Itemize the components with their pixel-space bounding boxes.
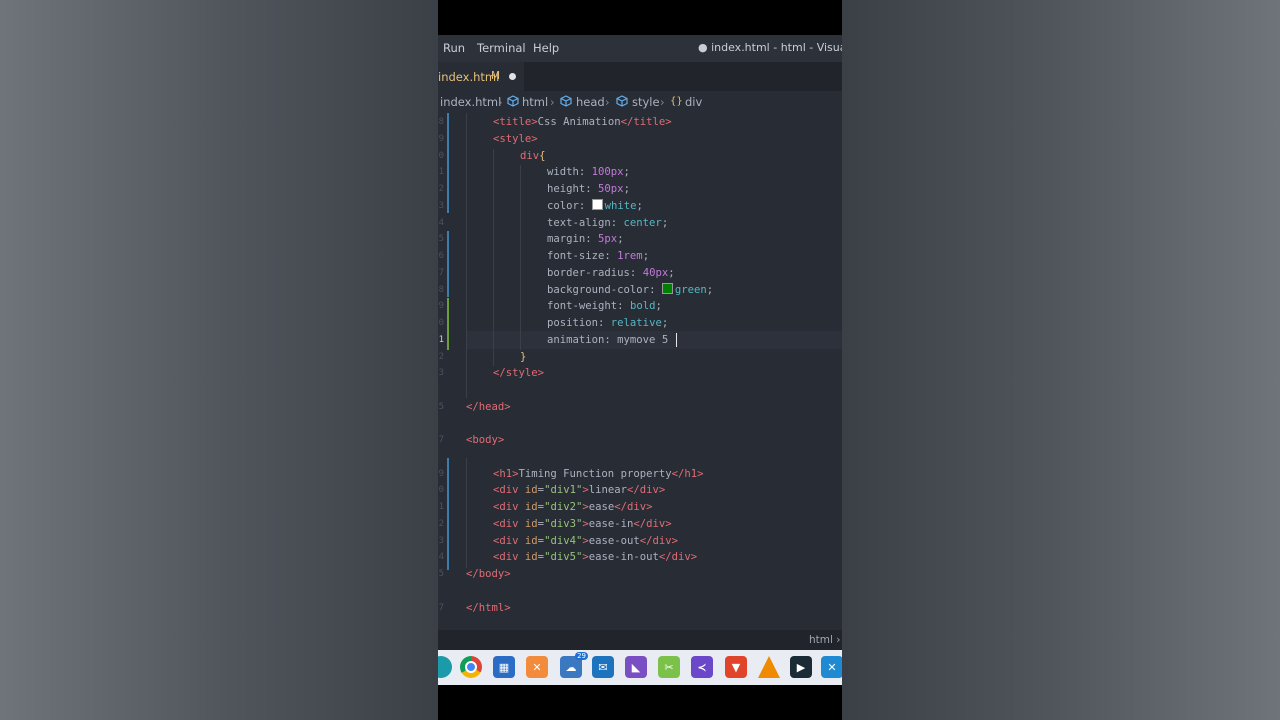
code-line: 5 </body> — [438, 568, 511, 580]
code-line: 3 </style> — [438, 367, 545, 379]
color-swatch-white[interactable] — [591, 199, 603, 210]
code-line: 9 <style> — [438, 133, 538, 145]
code-line: 1 width: 100px; — [438, 166, 630, 178]
menu-help[interactable]: Help — [533, 41, 559, 55]
code-line: 8 <title>Css Animation</title> — [438, 116, 672, 128]
visual-studio-icon[interactable]: ◣ — [625, 656, 647, 678]
code-line: 7 <body> — [438, 434, 505, 446]
brave-icon[interactable]: ▼ — [725, 656, 747, 678]
vscode-icon[interactable]: ✕ — [821, 656, 842, 678]
breadcrumb: index.html › html › head › style › {} di… — [438, 91, 842, 113]
vscode-window: Run Terminal Help ● index.html - html - … — [438, 0, 842, 720]
chrome-icon[interactable] — [460, 656, 482, 678]
breadcrumb-item-html[interactable]: html — [522, 95, 548, 109]
code-line: 5 margin: 5px; — [438, 233, 624, 245]
text-cursor — [676, 333, 677, 347]
breadcrumb-item-file[interactable]: index.html — [440, 95, 501, 109]
vlc-icon[interactable] — [758, 656, 780, 678]
vs-code-blue-icon[interactable]: ≺ — [691, 656, 713, 678]
code-line: 1 <div id="div2">ease</div> — [438, 501, 653, 513]
code-line: 7 </html> — [438, 602, 511, 614]
tab-index-html[interactable]: index.html M — [438, 62, 524, 91]
code-line: 0 position: relative; — [438, 317, 669, 329]
window-title: ● index.html - html - Visual Studio Code — [698, 41, 842, 54]
notification-badge: 29 — [575, 652, 588, 660]
code-line: 7 border-radius: 40px; — [438, 267, 675, 279]
snipping-tool-icon[interactable]: ✂ — [658, 656, 680, 678]
code-line-current: 1 animation: mymove 5 — [438, 334, 669, 346]
element-cube-icon — [560, 95, 572, 107]
code-editor[interactable]: 8 <title>Css Animation</title> 9 <style>… — [438, 113, 842, 630]
tab-bar: index.html M — [438, 62, 842, 91]
code-line: 9 <h1>Timing Function property</h1> — [438, 468, 704, 480]
breadcrumb-item-style[interactable]: style — [632, 95, 660, 109]
breadcrumb-separator: › — [660, 95, 665, 109]
unsaved-dot-icon[interactable] — [509, 73, 516, 80]
breadcrumb-separator: › — [605, 95, 610, 109]
breadcrumb-item-head[interactable]: head — [576, 95, 605, 109]
code-line: 2 <div id="div3">ease-in</div> — [438, 518, 672, 530]
modified-badge: M — [491, 70, 501, 82]
store-icon[interactable]: ▦ — [493, 656, 515, 678]
status-bar: html › html — [438, 630, 842, 650]
code-line: 8 background-color: green; — [438, 283, 714, 296]
code-line: 0 div{ — [438, 150, 546, 162]
breadcrumb-separator: › — [550, 95, 555, 109]
code-line: 3 <div id="div4">ease-out</div> — [438, 535, 679, 547]
element-cube-icon — [616, 95, 628, 107]
mail-icon[interactable]: ✉ — [592, 656, 614, 678]
color-swatch-green[interactable] — [661, 283, 673, 294]
code-line: 2 } — [438, 351, 527, 363]
code-line: 5 </head> — [438, 401, 511, 413]
breadcrumb-separator: › — [498, 95, 503, 109]
element-cube-icon — [507, 95, 519, 107]
code-line: 6 font-size: 1rem; — [438, 250, 650, 262]
code-line: 9 font-weight: bold; — [438, 300, 662, 312]
terminal-icon[interactable]: ▶ — [790, 656, 812, 678]
code-line: 0 <div id="div1">linear</div> — [438, 484, 666, 496]
code-line: 3 color: white; — [438, 199, 643, 212]
code-line: 4 text-align: center; — [438, 217, 669, 229]
breadcrumb-item-div[interactable]: div — [685, 95, 702, 109]
edge-icon[interactable] — [438, 656, 452, 678]
status-breadcrumb[interactable]: html › html — [809, 634, 842, 646]
menu-terminal[interactable]: Terminal — [477, 41, 526, 55]
menu-bar: Run Terminal Help ● index.html - html - … — [438, 35, 842, 62]
taskbar: ▦ ✕ ☁ 29 ✉ ◣ ✂ ≺ ▼ ▶ ✕ — [438, 650, 842, 685]
css-rule-icon: {} — [670, 96, 683, 107]
xampp-icon[interactable]: ✕ — [526, 656, 548, 678]
teams-icon[interactable]: ☁ 29 — [560, 652, 588, 678]
code-line: 4 <div id="div5">ease-in-out</div> — [438, 551, 698, 563]
code-line: 2 height: 50px; — [438, 183, 630, 195]
menu-run[interactable]: Run — [443, 41, 465, 55]
